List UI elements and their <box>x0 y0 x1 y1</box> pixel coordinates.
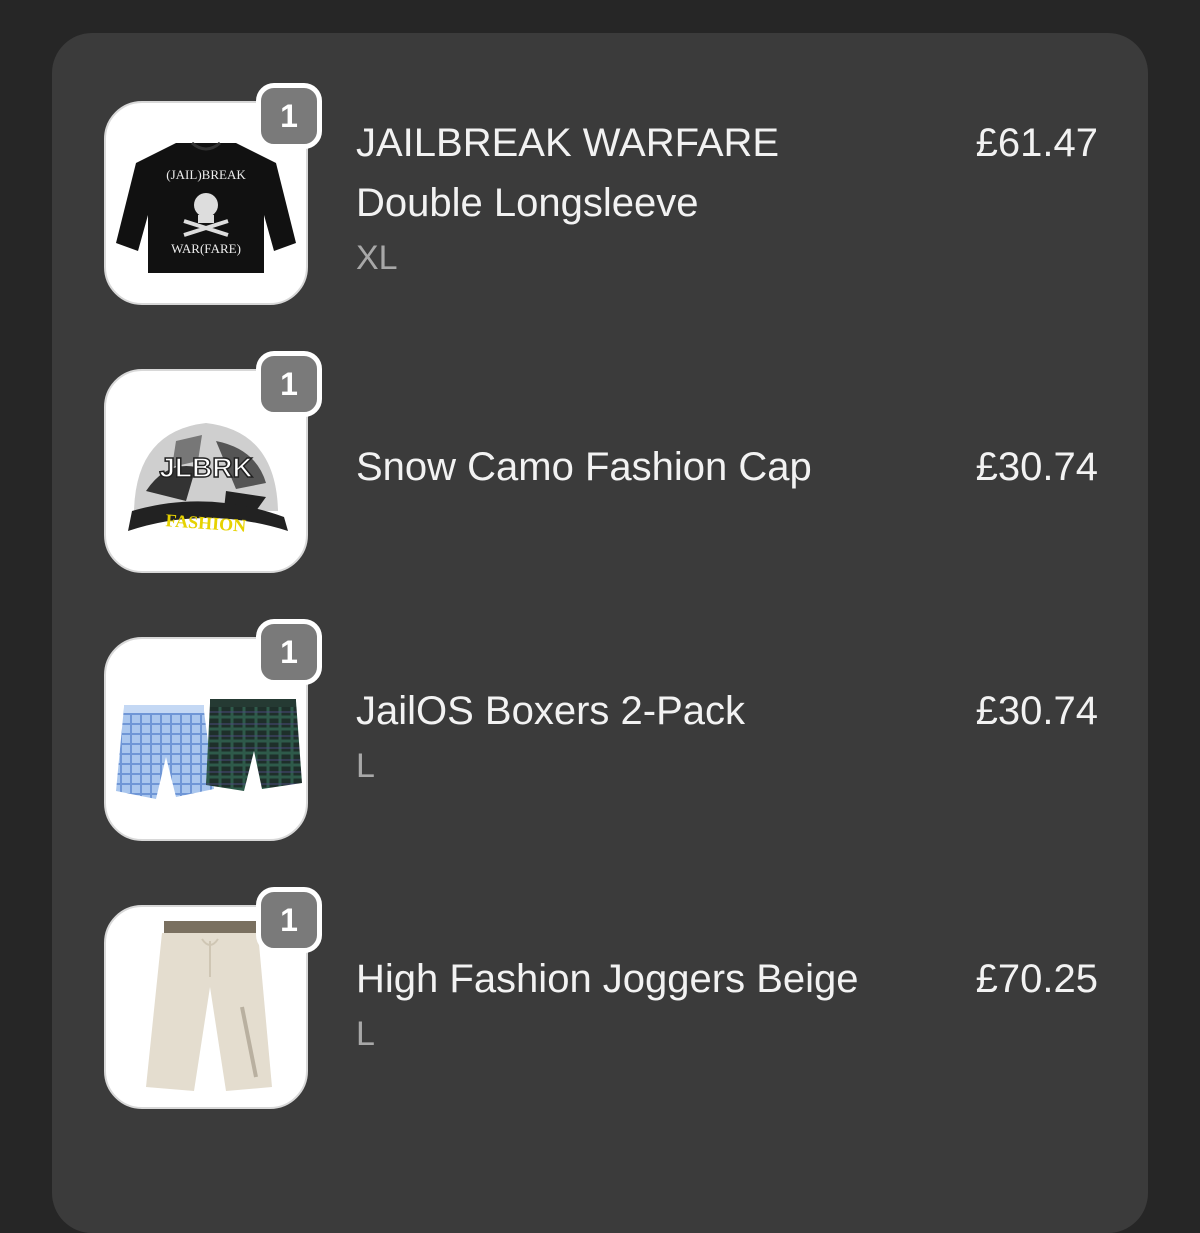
product-price: £30.74 <box>975 445 1098 489</box>
quantity-badge: 1 <box>256 619 322 685</box>
cart-item[interactable]: 1 High Fashion Joggers Beige L £70.25 <box>52 887 1148 1110</box>
quantity-badge: 1 <box>256 83 322 149</box>
cart-item[interactable]: 1 JailOS Boxers 2-Pack L £30.74 <box>52 619 1148 842</box>
image-text-top: (JAIL)BREAK <box>166 167 246 182</box>
quantity-badge: 1 <box>256 887 322 953</box>
product-variant: XL <box>356 239 398 277</box>
image-text-bottom: FASHION <box>165 510 247 536</box>
cart-item[interactable]: (JAIL)BREAK WAR(FARE) 1 JAILBREAK WARFAR… <box>52 83 1148 306</box>
image-text-bottom: WAR(FARE) <box>171 241 241 256</box>
cart-item[interactable]: JLBRK FASHION 1 Snow Camo Fashion Cap £3… <box>52 351 1148 574</box>
product-price: £30.74 <box>975 689 1098 733</box>
product-name-line2: Double Longsleeve <box>356 181 699 225</box>
product-variant: L <box>356 1015 375 1053</box>
product-variant: L <box>356 747 375 785</box>
product-name[interactable]: High Fashion Joggers Beige <box>356 949 936 1009</box>
product-name[interactable]: Snow Camo Fashion Cap <box>356 437 936 497</box>
quantity-badge: 1 <box>256 351 322 417</box>
image-text-top: JLBRK <box>159 452 252 483</box>
product-name[interactable]: JAILBREAK WARFARE Double Longsleeve <box>356 113 936 233</box>
cart-panel: (JAIL)BREAK WAR(FARE) 1 JAILBREAK WARFAR… <box>52 33 1148 1233</box>
product-price: £70.25 <box>975 957 1098 1001</box>
product-price: £61.47 <box>975 121 1098 165</box>
product-name-line1: JAILBREAK WARFARE <box>356 121 780 165</box>
product-name[interactable]: JailOS Boxers 2-Pack <box>356 681 936 741</box>
